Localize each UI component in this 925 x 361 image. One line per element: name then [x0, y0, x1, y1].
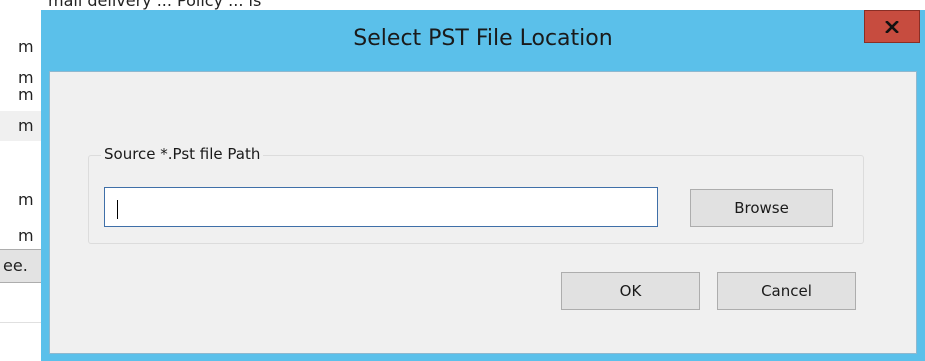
close-icon [885, 20, 899, 33]
dialog-titlebar[interactable]: Select PST File Location [41, 10, 925, 70]
select-pst-dialog: Select PST File Location Source *.Pst fi… [41, 10, 925, 361]
browse-button[interactable]: Browse [690, 189, 833, 227]
text-caret [117, 200, 118, 219]
source-path-group: Source *.Pst file Path Browse [88, 145, 864, 244]
ok-button[interactable]: OK [561, 272, 700, 310]
source-path-group-label: Source *.Pst file Path [101, 145, 264, 163]
background-partial-text: mail delivery ... Policy ... ls [48, 0, 262, 10]
close-button[interactable] [864, 10, 920, 43]
source-path-input[interactable] [104, 187, 658, 227]
dialog-title: Select PST File Location [353, 26, 613, 51]
dialog-client-area: Source *.Pst file Path Browse OK Cancel [49, 71, 917, 354]
cancel-button[interactable]: Cancel [717, 272, 856, 310]
